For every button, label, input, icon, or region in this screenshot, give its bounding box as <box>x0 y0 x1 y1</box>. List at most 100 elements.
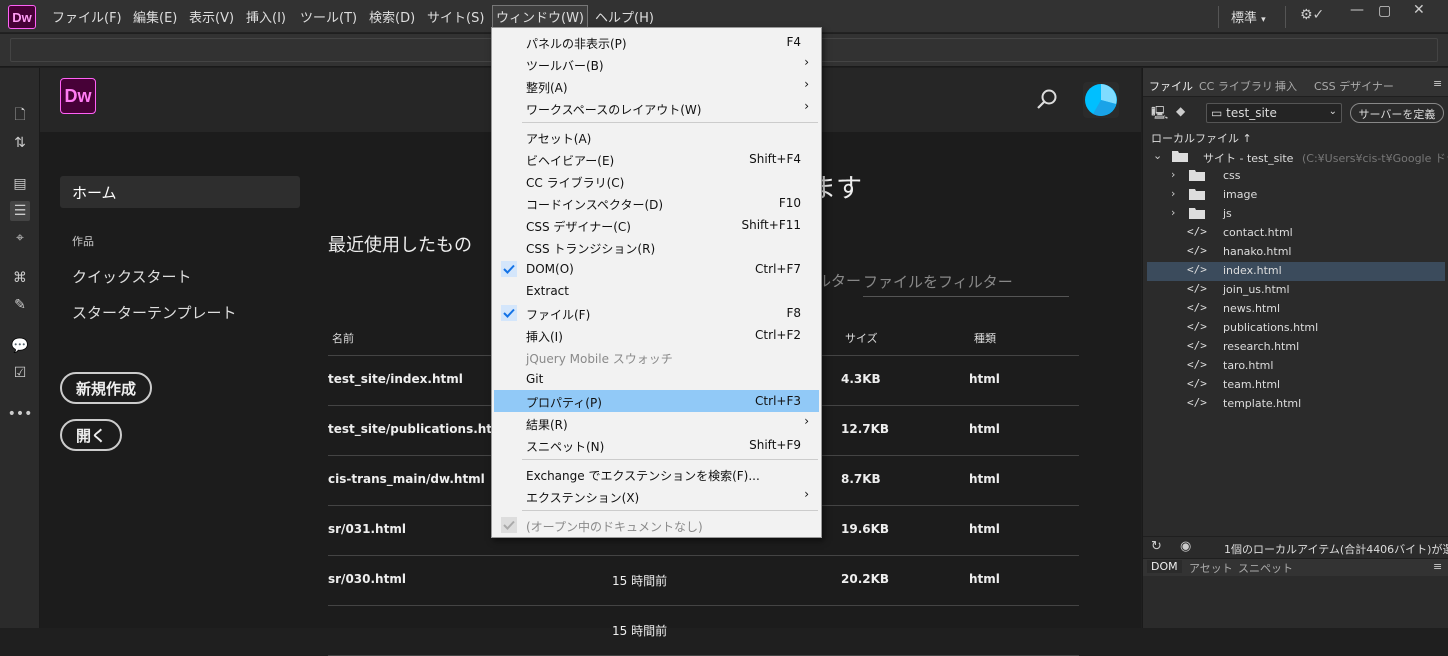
nav-home[interactable]: ホーム <box>60 176 300 208</box>
define-server-button[interactable]: サーバーを定義 <box>1350 103 1444 123</box>
tab-files[interactable]: ファイル <box>1149 78 1193 94</box>
tab-cc-libraries[interactable]: CC ライブラリ <box>1199 78 1273 94</box>
tree-file[interactable]: </> research.html <box>1147 338 1445 357</box>
menu-tools[interactable]: ツール(T) <box>297 7 360 26</box>
chevron-right-icon[interactable]: › <box>1171 206 1175 219</box>
site-root[interactable]: ⌄ サイト - test_site (C:¥Users¥cis-t¥Google… <box>1147 148 1448 167</box>
filter-input[interactable] <box>863 267 1069 297</box>
tree-file[interactable]: </> team.html <box>1147 376 1445 395</box>
more-icon[interactable]: ••• <box>8 404 33 424</box>
local-files-header[interactable]: ローカルファイル ↑ <box>1151 130 1252 146</box>
menu-item[interactable]: コードインスペクター(D) F10 <box>494 192 819 214</box>
menu-edit[interactable]: 編集(E) <box>130 7 180 26</box>
row-type: html <box>969 422 1000 436</box>
globe-icon[interactable]: ◉ <box>1180 539 1191 554</box>
panel-menu-icon[interactable]: ≡ <box>1433 560 1442 573</box>
menu-item[interactable]: スニペット(N) Shift+F9 <box>494 434 819 456</box>
tab-dom[interactable]: DOM <box>1147 560 1182 573</box>
menu-find[interactable]: 検索(D) <box>366 7 418 26</box>
menu-item[interactable]: CSS デザイナー(C) Shift+F11 <box>494 214 819 236</box>
new-button[interactable]: 新規作成 <box>60 372 153 404</box>
minimize-icon[interactable]: — <box>1350 2 1364 18</box>
nav-quickstart[interactable]: クイックスタート <box>72 266 192 287</box>
tree-file[interactable]: </> template.html <box>1147 395 1445 414</box>
menu-item[interactable]: ビヘイビアー(E) Shift+F4 <box>494 148 819 170</box>
menu-item[interactable]: CSS トランジション(R) <box>494 236 819 258</box>
tree-file[interactable]: </> publications.html <box>1147 319 1445 338</box>
chevron-right-icon[interactable]: › <box>1171 168 1175 181</box>
menu-item[interactable]: 結果(R) › <box>494 412 819 434</box>
menu-item[interactable]: ワークスペースのレイアウト(W) › <box>494 97 819 119</box>
server-icon[interactable]: 🖳 <box>1151 104 1168 126</box>
wand-icon[interactable]: ✎ <box>10 295 30 315</box>
target-icon[interactable]: ⌖ <box>10 228 30 248</box>
menu-item[interactable]: CC ライブラリ(C) <box>494 170 819 192</box>
tree-file[interactable]: </> taro.html <box>1147 357 1445 376</box>
col-name[interactable]: 名前 <box>332 330 354 346</box>
menu-site[interactable]: サイト(S) <box>424 7 487 26</box>
menu-item[interactable]: Git <box>494 368 819 390</box>
menu-item[interactable]: 整列(A) › <box>494 75 819 97</box>
open-button[interactable]: 開く <box>60 419 123 451</box>
chevron-right-icon[interactable]: › <box>1171 187 1175 200</box>
comment-icon[interactable]: 💬 <box>10 336 30 356</box>
code-inspector-icon[interactable]: ▤ <box>10 174 30 194</box>
tree-folder[interactable]: › css <box>1147 167 1445 186</box>
menu-item-label: DOM(O) <box>526 262 574 276</box>
tree-folder[interactable]: › js <box>1147 205 1445 224</box>
restore-icon[interactable]: ▢ <box>1378 3 1391 19</box>
tree-file[interactable]: </> join_us.html <box>1147 281 1445 300</box>
menu-view[interactable]: 表示(V) <box>186 7 237 26</box>
avatar[interactable] <box>1083 82 1119 118</box>
check-icon <box>501 305 517 321</box>
new-document-icon[interactable]: 🗋 <box>10 106 30 126</box>
menu-item[interactable]: ファイル(F) F8 <box>494 302 819 324</box>
tree-file[interactable]: </> index.html <box>1147 262 1445 281</box>
table-row[interactable]: 15 時間前 <box>328 606 1079 656</box>
tree-file[interactable]: </> news.html <box>1147 300 1445 319</box>
refresh-icon[interactable]: ↻ <box>1151 539 1162 554</box>
col-size[interactable]: サイズ <box>845 330 878 346</box>
tab-assets[interactable]: アセット <box>1185 560 1237 576</box>
workspace-switcher[interactable]: 標準 ▾ <box>1228 7 1269 26</box>
table-row[interactable]: sr/030.html 15 時間前 20.2KB html <box>328 556 1079 606</box>
tab-snippets[interactable]: スニペット <box>1234 560 1297 576</box>
nav-starter-templates[interactable]: スターターテンプレート <box>72 302 237 323</box>
search-icon[interactable] <box>1035 88 1059 112</box>
folder-icon <box>1172 151 1188 162</box>
menu-window[interactable]: ウィンドウ(W) <box>492 5 588 28</box>
menu-item[interactable]: Extract <box>494 280 819 302</box>
tree-file[interactable]: </> hanako.html <box>1147 243 1445 262</box>
check-icon <box>501 261 517 277</box>
menu-item[interactable]: プロパティ(P) Ctrl+F3 <box>494 390 819 412</box>
folder-icon <box>1189 208 1205 219</box>
chevron-down-icon[interactable]: ⌄ <box>1153 149 1162 162</box>
menu-item[interactable]: アセット(A) <box>494 126 819 148</box>
site-select[interactable]: ▭ test_site ⌄ <box>1206 103 1342 123</box>
git-icon[interactable]: ◆ <box>1176 104 1185 118</box>
extract-icon[interactable]: ⌘ <box>10 268 30 288</box>
tree-file[interactable]: </> contact.html <box>1147 224 1445 243</box>
col-type[interactable]: 種類 <box>974 330 996 346</box>
tab-insert[interactable]: 挿入 <box>1275 78 1297 94</box>
menu-insert[interactable]: 挿入(I) <box>243 7 289 26</box>
menu-item[interactable]: 挿入(I) Ctrl+F2 <box>494 324 819 346</box>
folder-icon <box>1189 170 1205 181</box>
file-transfer-icon[interactable]: ⇅ <box>10 133 30 153</box>
menu-item[interactable]: DOM(O) Ctrl+F7 <box>494 258 819 280</box>
menu-item-label: CSS デザイナー(C) <box>526 220 631 234</box>
menu-file[interactable]: ファイル(F) <box>49 7 125 26</box>
close-icon[interactable]: ✕ <box>1413 2 1425 18</box>
dom-icon[interactable]: ☰ <box>10 201 30 221</box>
validate-icon[interactable]: ☑ <box>10 363 30 383</box>
tree-item-label: publications.html <box>1223 321 1319 334</box>
menu-item[interactable]: エクステンション(X) › <box>494 485 819 507</box>
panel-menu-icon[interactable]: ≡ <box>1433 77 1442 90</box>
menu-item[interactable]: Exchange でエクステンションを検索(F)... <box>494 463 819 485</box>
tree-folder[interactable]: › image <box>1147 186 1445 205</box>
tab-css-designer[interactable]: CSS デザイナー <box>1314 78 1394 94</box>
gear-check-icon[interactable]: ⚙✓ <box>1300 7 1324 23</box>
menu-item[interactable]: ツールバー(B) › <box>494 53 819 75</box>
menu-item[interactable]: パネルの非表示(P) F4 <box>494 31 819 53</box>
menu-help[interactable]: ヘルプ(H) <box>592 7 657 26</box>
